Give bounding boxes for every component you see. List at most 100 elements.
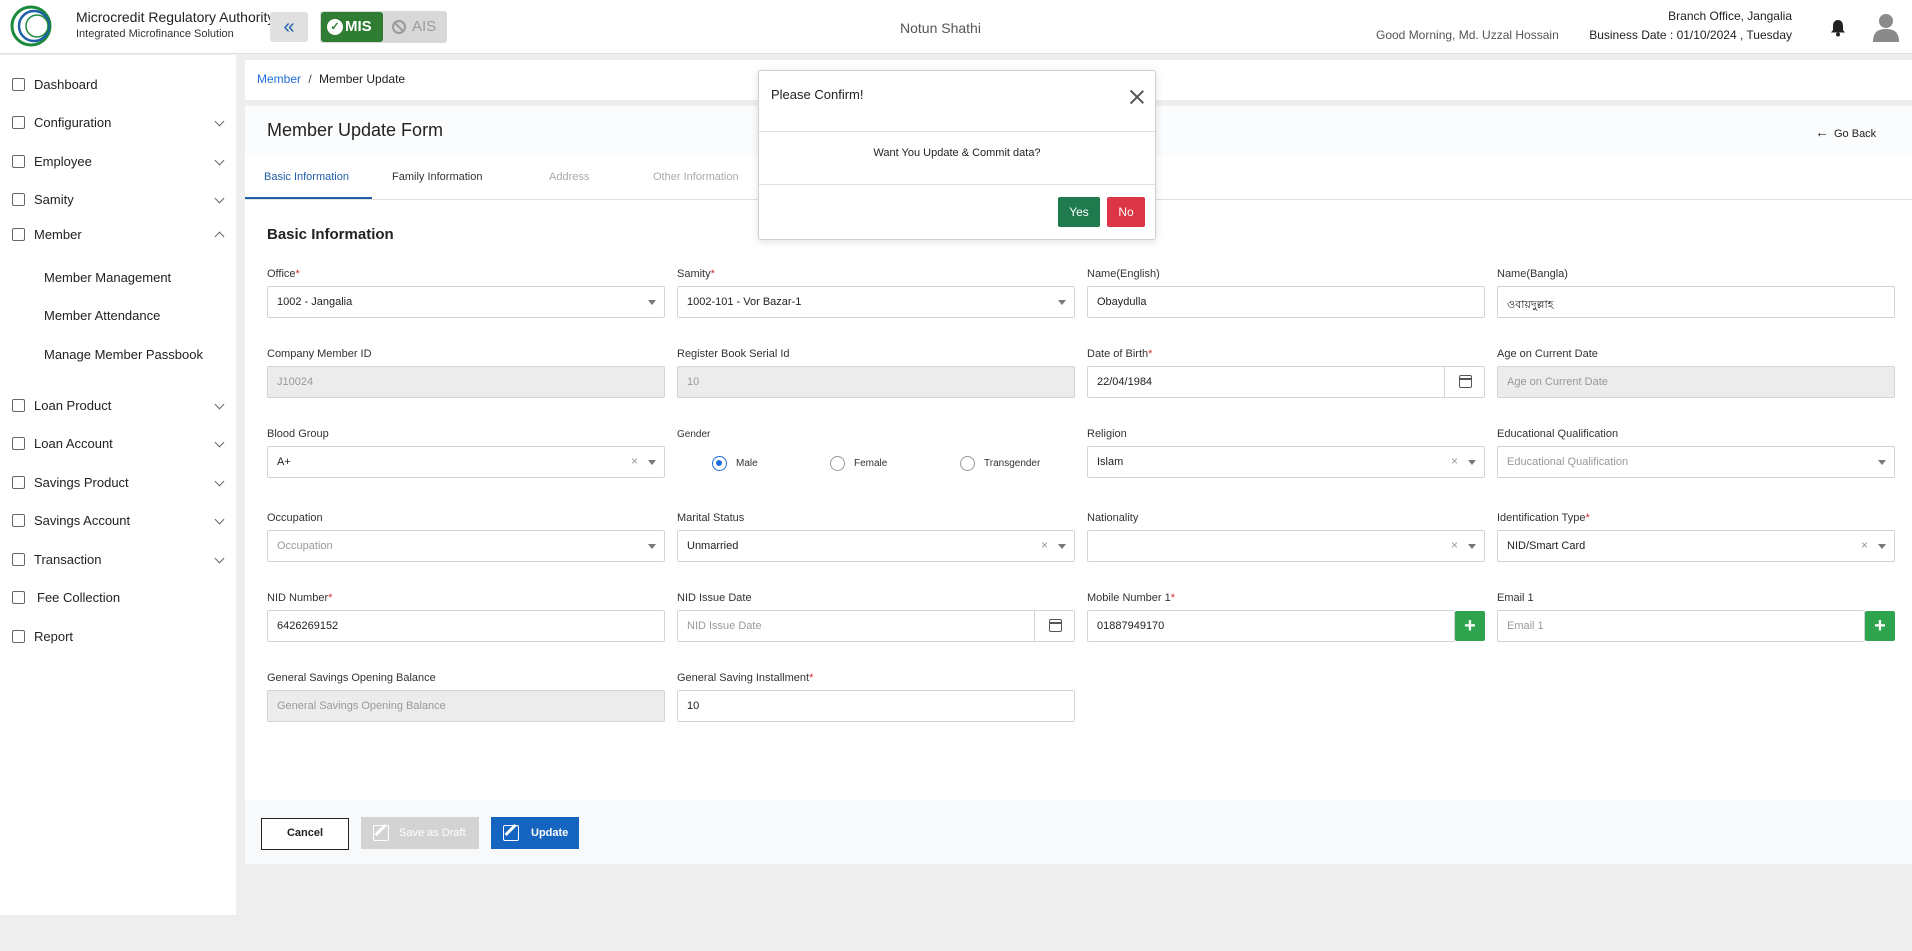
sidebar-sub-member-passbook[interactable]: Manage Member Passbook — [44, 347, 203, 362]
sidebar-item-label: Savings Product — [34, 475, 129, 490]
calendar-button[interactable] — [1444, 367, 1484, 397]
mobile1-input[interactable]: 01887949170 — [1087, 610, 1455, 642]
id-type-select[interactable]: NID/Smart Card × — [1497, 530, 1895, 562]
sidebar-item-fee-collection[interactable]: Fee Collection — [0, 583, 236, 613]
sidebar-sub-member-management[interactable]: Member Management — [44, 270, 171, 285]
office-select[interactable]: 1002 - Jangalia — [267, 286, 665, 318]
dob-label: Date of Birth* — [1087, 348, 1153, 360]
name-bangla-input[interactable]: ওবায়দুল্লাহ — [1497, 286, 1895, 318]
sidebar-item-samity[interactable]: Samity — [0, 185, 236, 215]
gs-installment-input[interactable]: 10 — [677, 690, 1075, 722]
sidebar-item-label: Savings Account — [34, 513, 131, 528]
mode-ais-button[interactable]: AIS — [388, 12, 446, 42]
clear-icon[interactable]: × — [1861, 538, 1868, 552]
sidebar-item-savings-account[interactable]: Savings Account — [0, 506, 236, 536]
close-icon[interactable] — [1129, 89, 1145, 105]
nid-number-value: 6426269152 — [277, 620, 339, 632]
samity-select[interactable]: 1002-101 - Vor Bazar-1 — [677, 286, 1075, 318]
sidebar-item-label: Samity — [34, 192, 74, 207]
name-english-value: Obaydulla — [1097, 296, 1147, 308]
register-serial-input: 10 — [677, 366, 1075, 398]
gender-label: Gender — [677, 429, 711, 440]
chevron-down-icon — [214, 553, 225, 564]
check-circle-icon: ✓ — [327, 19, 343, 35]
education-select[interactable]: Educational Qualification — [1497, 446, 1895, 478]
radio-checked-icon — [712, 456, 727, 471]
age-placeholder: Age on Current Date — [1507, 376, 1608, 388]
add-email-button[interactable]: + — [1865, 611, 1895, 641]
gender-male-label: Male — [736, 458, 758, 469]
caret-down-icon — [648, 544, 656, 549]
update-button[interactable]: Update — [491, 817, 579, 849]
caret-down-icon — [648, 300, 656, 305]
name-english-input[interactable]: Obaydulla — [1087, 286, 1485, 318]
clear-icon[interactable]: × — [1451, 538, 1458, 552]
nid-number-input[interactable]: 6426269152 — [267, 610, 665, 642]
double-chevron-left-icon: « — [283, 16, 295, 38]
religion-value: Islam — [1097, 456, 1124, 468]
mobile1-label: Mobile Number 1* — [1087, 592, 1176, 604]
divider — [759, 184, 1155, 185]
sidebar-item-dashboard[interactable]: Dashboard — [0, 70, 236, 100]
clear-icon[interactable]: × — [1041, 538, 1048, 552]
tab-basic-information[interactable]: Basic Information — [264, 171, 349, 183]
sidebar-item-employee[interactable]: Employee — [0, 147, 236, 177]
register-serial-value: 10 — [687, 376, 700, 388]
sidebar-item-label: Dashboard — [34, 77, 98, 92]
tab-address[interactable]: Address — [549, 171, 589, 183]
nid-issue-date-input[interactable]: NID Issue Date — [677, 610, 1075, 642]
marital-status-select[interactable]: Unmarried × — [677, 530, 1075, 562]
email1-input[interactable]: Email 1 — [1497, 610, 1865, 642]
yes-button[interactable]: Yes — [1058, 197, 1100, 227]
calendar-button[interactable] — [1034, 611, 1074, 641]
go-back-button[interactable]: ← Go Back — [1815, 124, 1876, 140]
brand-subtitle: Integrated Microfinance Solution — [76, 28, 234, 40]
go-back-label: Go Back — [1834, 128, 1877, 140]
register-serial-label: Register Book Serial Id — [677, 348, 790, 360]
breadcrumb-member-link[interactable]: Member — [257, 72, 301, 86]
dialog-message: Want You Update & Commit data? — [873, 147, 1041, 159]
mode-switch[interactable]: ✓ MIS AIS — [320, 11, 447, 43]
occupation-select[interactable]: Occupation — [267, 530, 665, 562]
chevron-down-icon — [214, 399, 225, 410]
sidebar-collapse-button[interactable]: « — [270, 12, 308, 42]
radio-unchecked-icon — [830, 456, 845, 471]
samity-value: 1002-101 - Vor Bazar-1 — [687, 296, 802, 308]
caret-down-icon — [1058, 544, 1066, 549]
sidebar-item-configuration[interactable]: Configuration — [0, 108, 236, 138]
clear-icon[interactable]: × — [631, 454, 638, 468]
religion-select[interactable]: Islam × — [1087, 446, 1485, 478]
notification-bell-icon[interactable] — [1828, 18, 1848, 38]
user-avatar-icon[interactable] — [1872, 12, 1900, 42]
sidebar-item-member[interactable]: Member — [0, 220, 236, 250]
sidebar-item-savings-product[interactable]: Savings Product — [0, 468, 236, 498]
sidebar: Dashboard Configuration Employee Samity … — [0, 55, 236, 915]
active-tab-indicator — [245, 197, 372, 199]
caret-down-icon — [1468, 544, 1476, 549]
page-title: Member Update Form — [267, 120, 444, 140]
arrow-left-icon: ← — [1815, 124, 1829, 140]
sidebar-item-loan-product[interactable]: Loan Product — [0, 391, 236, 421]
sidebar-item-transaction[interactable]: Transaction — [0, 545, 236, 575]
office-value: 1002 - Jangalia — [277, 296, 353, 308]
cancel-button[interactable]: Cancel — [261, 818, 349, 850]
save-draft-button[interactable]: Save as Draft — [361, 817, 479, 849]
tab-family-information[interactable]: Family Information — [392, 171, 482, 183]
sidebar-sub-member-attendance[interactable]: Member Attendance — [44, 308, 160, 323]
gs-installment-value: 10 — [687, 700, 700, 712]
sidebar-item-loan-account[interactable]: Loan Account — [0, 429, 236, 459]
sidebar-item-label: Employee — [34, 154, 92, 169]
nationality-select[interactable]: × — [1087, 530, 1485, 562]
chevron-down-icon — [214, 476, 225, 487]
clear-icon[interactable]: × — [1451, 454, 1458, 468]
no-button[interactable]: No — [1107, 197, 1145, 227]
mode-mis-button[interactable]: ✓ MIS — [321, 12, 383, 42]
add-mobile-button[interactable]: + — [1455, 611, 1485, 641]
tab-other-information[interactable]: Other Information — [653, 171, 739, 183]
blood-group-value: A+ — [277, 456, 291, 468]
calendar-icon — [1459, 375, 1472, 388]
breadcrumb: Member / Member Update — [257, 72, 405, 86]
blood-group-select[interactable]: A+ × — [267, 446, 665, 478]
sidebar-item-report[interactable]: Report — [0, 622, 236, 652]
dob-input[interactable]: 22/04/1984 — [1087, 366, 1485, 398]
